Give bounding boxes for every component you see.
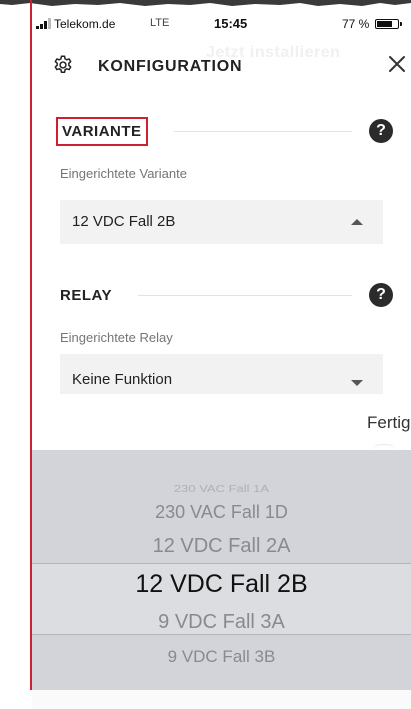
battery-level-fill	[377, 21, 392, 27]
relay-field-label: Eingerichtete Relay	[60, 330, 173, 345]
relay-section-divider	[138, 295, 352, 296]
done-button[interactable]: Fertig	[367, 413, 410, 433]
picker-option[interactable]: 230 VAC Fall 1A	[32, 483, 411, 494]
carrier-name: Telekom.de	[54, 17, 116, 31]
gear-icon	[54, 55, 72, 73]
caret-up-icon	[351, 219, 363, 225]
bottom-edge	[32, 690, 411, 709]
variant-select[interactable]: 12 VDC Fall 2B	[60, 200, 383, 244]
picker-option-selected[interactable]: 12 VDC Fall 2B	[32, 570, 411, 599]
picker-option[interactable]: 9 VDC Fall 3B	[32, 647, 411, 667]
page-title: KONFIGURATION	[98, 58, 243, 75]
relay-select[interactable]: Keine Funktion	[60, 354, 383, 394]
chevron-down-icon	[351, 380, 363, 386]
config-header: KONFIGURATION	[32, 46, 411, 86]
battery-icon	[375, 19, 402, 29]
relay-help-icon[interactable]: ?	[369, 283, 393, 307]
picker-option[interactable]: 9 VDC Fall 3A	[32, 611, 411, 634]
torn-paper-edge	[0, 0, 411, 6]
variant-selected-value: 12 VDC Fall 2B	[72, 213, 176, 230]
variant-section-divider	[174, 131, 352, 132]
relay-selected-value: Keine Funktion	[72, 371, 173, 388]
variant-help-icon[interactable]: ?	[369, 119, 393, 143]
status-bar: Telekom.de LTE 15:45 77 %	[36, 14, 408, 34]
picker-option[interactable]: 230 VAC Fall 1D	[32, 502, 411, 523]
variant-picker-wheel[interactable]: 230 VAC Fall 1A 230 VAC Fall 1D 12 VDC F…	[32, 450, 411, 690]
status-time: 15:45	[214, 16, 248, 31]
battery-percent: 77 %	[342, 17, 370, 31]
picker-option[interactable]: 12 VDC Fall 2A	[32, 535, 411, 558]
relay-section-title: RELAY	[60, 287, 112, 304]
signal-strength-icon	[36, 18, 51, 29]
variant-section-title: VARIANTE	[56, 117, 148, 146]
variant-field-label: Eingerichtete Variante	[60, 166, 187, 181]
close-icon[interactable]	[388, 55, 406, 73]
network-type: LTE	[150, 17, 170, 29]
